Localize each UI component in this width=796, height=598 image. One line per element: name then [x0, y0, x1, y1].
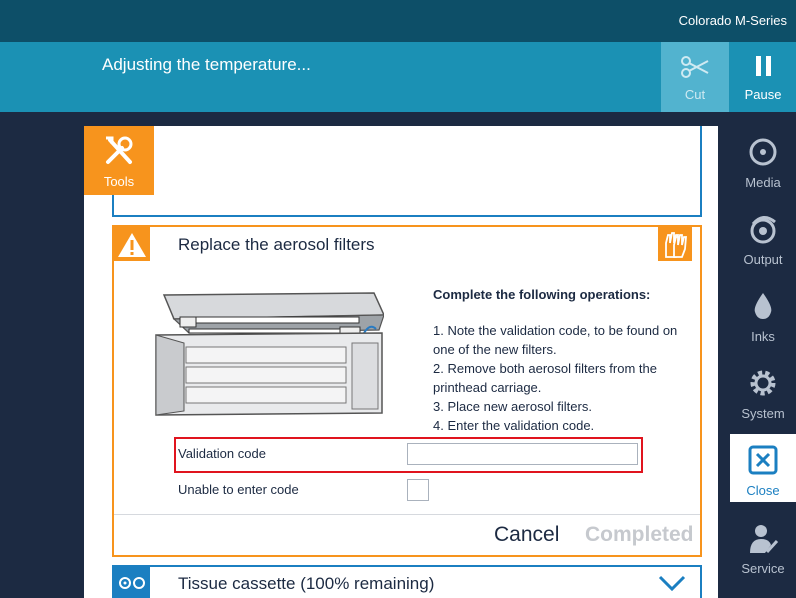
tools-tab[interactable]: Tools — [84, 126, 154, 195]
tools-icon — [106, 136, 133, 164]
tissue-cassette-title: Tissue cassette (100% remaining) — [178, 574, 435, 593]
sidebar-item-inks[interactable]: Inks — [730, 280, 796, 348]
right-sidebar: Media Output Inks System Close Service — [730, 126, 796, 598]
completed-button[interactable]: Completed — [585, 523, 694, 547]
chevron-down-icon[interactable] — [658, 575, 686, 591]
unable-to-enter-checkbox[interactable] — [407, 479, 429, 501]
instruction-step: 1. Note the validation code, to be found… — [433, 323, 678, 357]
tissue-cassette-section[interactable]: Tissue cassette (100% remaining) — [112, 565, 702, 598]
cassette-icon — [114, 567, 150, 598]
top-bar: Colorado M-Series — [0, 0, 796, 42]
sidebar-item-close[interactable]: Close — [730, 434, 796, 502]
sidebar-item-label: Media — [745, 175, 781, 190]
printer-illustration — [154, 285, 386, 417]
gloves-icon — [658, 227, 692, 261]
gear-icon — [750, 370, 776, 396]
pause-label: Pause — [744, 87, 782, 102]
cut-label: Cut — [684, 87, 706, 102]
scissors-icon — [681, 56, 709, 78]
instructions: Complete the following operations: 1. No… — [433, 285, 695, 435]
validation-code-label: Validation code — [178, 446, 266, 461]
service-icon — [750, 525, 779, 554]
pause-button[interactable]: Pause — [730, 42, 796, 112]
sidebar-item-label: System — [741, 406, 785, 421]
close-icon — [748, 445, 778, 475]
app-title: Colorado M-Series — [678, 13, 787, 28]
cancel-button[interactable]: Cancel — [494, 523, 559, 547]
sidebar-item-label: Close — [746, 483, 780, 498]
card-divider — [114, 514, 700, 515]
status-bar: Adjusting the temperature... Cut Pause — [0, 42, 796, 112]
sidebar-item-media[interactable]: Media — [730, 126, 796, 194]
unable-to-enter-label: Unable to enter code — [178, 482, 299, 497]
sidebar-item-service[interactable]: Service — [730, 512, 796, 580]
status-message: Adjusting the temperature... — [102, 55, 311, 74]
instruction-step: 4. Enter the validation code. — [433, 418, 595, 433]
sidebar-item-label: Output — [743, 252, 783, 267]
previous-section — [112, 126, 702, 217]
media-icon — [749, 138, 777, 166]
aerosol-filter-card: Replace the aerosol filters Complete the… — [112, 225, 702, 557]
instruction-step: 2. Remove both aerosol filters from the … — [433, 361, 657, 395]
ink-drop-icon — [754, 293, 772, 319]
cut-button[interactable]: Cut — [661, 42, 729, 112]
tools-label: Tools — [103, 174, 135, 189]
warning-icon — [114, 227, 150, 261]
validation-code-input[interactable] — [407, 443, 638, 465]
output-icon — [750, 216, 776, 244]
sidebar-item-label: Service — [741, 561, 785, 576]
card-title: Replace the aerosol filters — [178, 235, 375, 254]
sidebar-item-output[interactable]: Output — [730, 203, 796, 271]
sidebar-item-label: Inks — [751, 329, 775, 344]
pause-icon — [756, 56, 771, 76]
instruction-step: 3. Place new aerosol filters. — [433, 399, 592, 414]
instructions-heading: Complete the following operations: — [433, 287, 651, 302]
sidebar-item-system[interactable]: System — [730, 357, 796, 425]
